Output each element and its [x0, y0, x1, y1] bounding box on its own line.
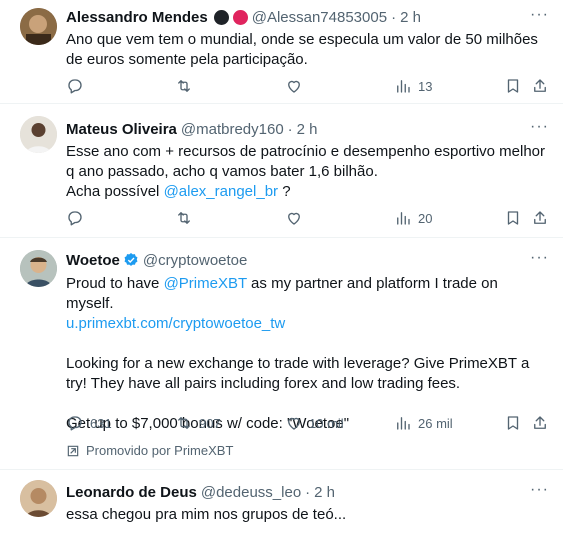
badge-icon [213, 9, 229, 25]
promoted-icon [67, 445, 79, 456]
author-handle[interactable]: @dedeuss_leo [201, 484, 301, 501]
promoted-label: Promovido por PrimeXBT [66, 443, 233, 458]
like-button[interactable] [285, 208, 303, 228]
retweet-button[interactable] [175, 76, 193, 96]
views-count: 26 mil [418, 415, 453, 431]
like-count: 10 mil [309, 415, 344, 431]
retweet-icon [178, 212, 190, 224]
views-chart-icon [397, 417, 410, 430]
bookmark-icon [507, 79, 519, 93]
heart-icon [288, 417, 300, 430]
separator-dot: · [305, 483, 311, 501]
mention-link[interactable]: @alex_rangel_br [164, 183, 278, 200]
heart-icon [288, 212, 300, 225]
views-count: 20 [418, 210, 433, 226]
tweet-text: Esse ano com + recursos de patrocínio e … [66, 142, 547, 202]
more-options-icon[interactable]: ··· [530, 249, 549, 267]
avatar[interactable] [20, 116, 57, 153]
bookmark-icon [507, 211, 519, 225]
views-count: 13 [418, 78, 433, 94]
author-name[interactable]: Alessandro Mendes [66, 9, 208, 26]
share-button[interactable] [531, 208, 549, 228]
avatar[interactable] [20, 480, 57, 517]
separator-dot: · [287, 120, 293, 138]
author-name[interactable]: Mateus Oliveira [66, 121, 177, 138]
tweet-promoted[interactable]: Woetoe @cryptowoetoe Proud to have @Prim… [0, 238, 563, 470]
share-button[interactable] [531, 413, 549, 433]
tweet-header: Woetoe @cryptowoetoe [66, 250, 547, 270]
more-options-icon[interactable]: ··· [530, 118, 549, 136]
tweet-text-paragraph: Looking for a new exchange to trade with… [66, 355, 534, 392]
views-button[interactable]: 13 [394, 76, 432, 96]
avatar[interactable] [20, 250, 57, 287]
like-button[interactable]: 10 mil [285, 413, 344, 433]
share-button[interactable] [531, 76, 549, 96]
like-button[interactable] [285, 76, 303, 96]
tweet-text: Ano que vem tem o mundial, onde se espec… [66, 31, 543, 68]
retweet-button[interactable] [175, 208, 193, 228]
more-options-icon[interactable]: ··· [530, 481, 549, 499]
separator-dot: · [391, 8, 397, 26]
tweet-header: Leonardo de Deus @dedeuss_leo · 2 h [66, 482, 547, 502]
author-handle[interactable]: @cryptowoetoe [143, 252, 247, 269]
reply-icon [68, 416, 82, 431]
reply-button[interactable]: 631 [66, 413, 112, 433]
retweet-icon [178, 80, 190, 92]
tweet[interactable]: Alessandro Mendes @Alessan74853005 · 2 h… [0, 0, 563, 104]
author-handle[interactable]: @matbredy160 [181, 121, 284, 138]
verified-icon [124, 253, 138, 266]
author-name[interactable]: Leonardo de Deus [66, 484, 197, 501]
views-button[interactable]: 81 [394, 536, 432, 540]
more-options-icon[interactable]: ··· [530, 6, 549, 24]
tweet-text-prefix: Proud to have [66, 275, 164, 292]
share-icon [534, 416, 546, 429]
retweet-icon [178, 417, 190, 429]
tweet-text-line: Esse ano com + recursos de patrocínio e … [66, 143, 550, 180]
views-button[interactable]: 20 [394, 208, 432, 228]
timestamp[interactable]: 2 h [314, 484, 335, 501]
promoted-text: Promovido por PrimeXBT [86, 443, 234, 458]
timestamp[interactable]: 2 h [297, 121, 318, 138]
bookmark-button[interactable] [504, 413, 522, 433]
bookmark-icon [507, 416, 519, 430]
author-name[interactable]: Woetoe [66, 252, 120, 269]
reply-icon [68, 79, 82, 94]
tweet-text-prefix: Acha possível [66, 183, 164, 200]
tweet[interactable]: Mateus Oliveira @matbredy160 · 2 h Esse … [0, 104, 563, 238]
reply-button[interactable] [66, 208, 84, 228]
timestamp[interactable]: 2 h [400, 9, 421, 26]
bookmark-button[interactable] [504, 76, 522, 96]
bookmark-button[interactable] [504, 208, 522, 228]
tweet[interactable]: Leonardo de Deus @dedeuss_leo · 2 h essa… [0, 470, 563, 540]
timeline-feed: Alessandro Mendes @Alessan74853005 · 2 h… [0, 0, 563, 540]
avatar[interactable] [20, 8, 57, 45]
share-icon [534, 211, 546, 224]
retweet-count: 907 [199, 415, 221, 431]
share-icon [534, 79, 546, 92]
tweet-text: essa chegou pra mim nos grupos de teó... [66, 506, 347, 523]
author-handle[interactable]: @Alessan74853005 [252, 9, 387, 26]
url-link[interactable]: u.primexbt.com/cryptowoetoe_tw [66, 314, 547, 334]
retweet-button[interactable]: 907 [175, 413, 221, 433]
heart-icon [288, 80, 300, 93]
tweet-text-suffix: ? [278, 183, 291, 200]
tweet-header: Mateus Oliveira @matbredy160 · 2 h [66, 119, 547, 139]
tweet-header: Alessandro Mendes @Alessan74853005 · 2 h [66, 7, 547, 27]
mention-link[interactable]: @PrimeXBT [164, 275, 247, 292]
reply-count: 631 [90, 415, 112, 431]
reply-button[interactable] [66, 76, 84, 96]
badge-icon [232, 9, 248, 25]
tweet-text: Proud to have @PrimeXBT as my partner an… [66, 274, 547, 314]
reply-icon [68, 211, 82, 226]
views-chart-icon [397, 212, 410, 225]
views-button[interactable]: 26 mil [394, 413, 453, 433]
views-chart-icon [397, 80, 410, 93]
